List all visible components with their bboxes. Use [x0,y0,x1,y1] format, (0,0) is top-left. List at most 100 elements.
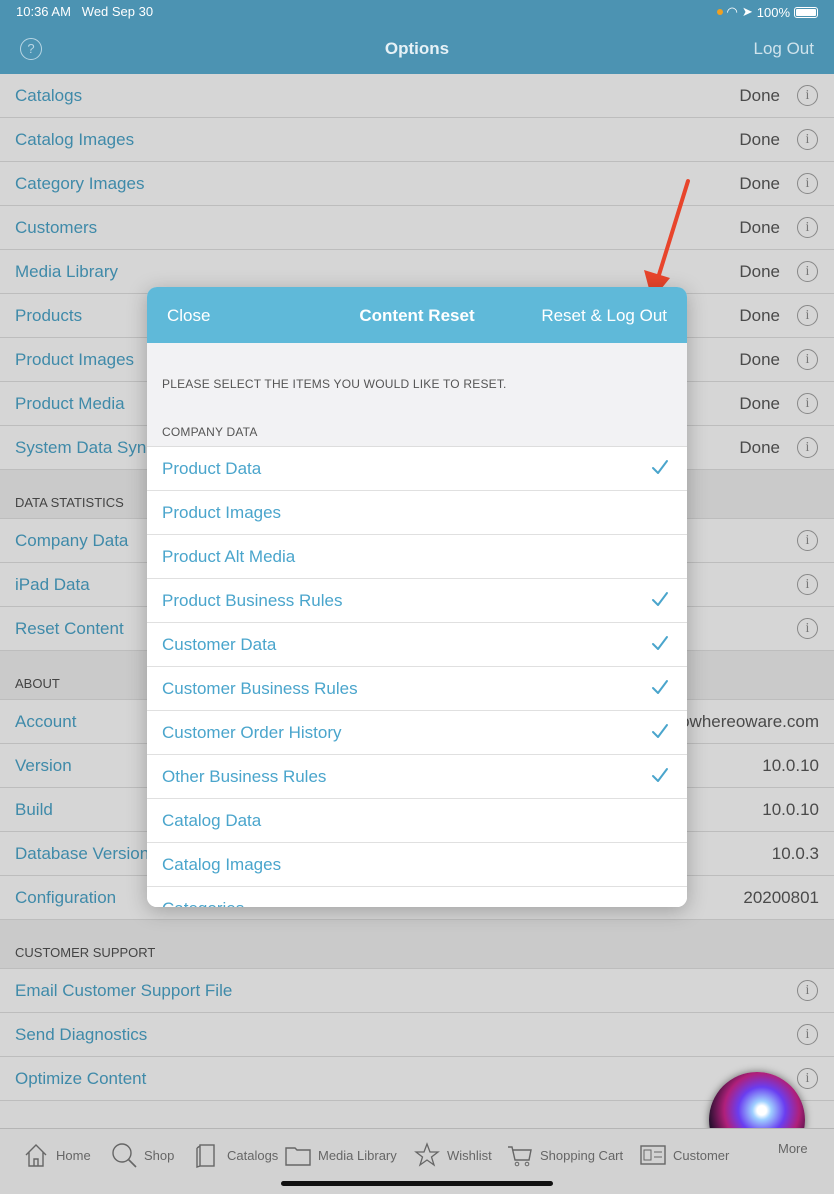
tab-more[interactable]: More [778,1141,808,1156]
content-reset-modal: Close Content Reset Reset & Log Out PLEA… [147,287,687,907]
wifi-icon: ◠ [726,4,738,19]
status-value: Done [739,130,780,149]
reset-item-product-alt-media[interactable]: Product Alt Media [147,535,687,579]
reset-item-catalog-images[interactable]: Catalog Images [147,843,687,887]
home-icon [22,1141,50,1169]
row-optimize-content[interactable]: Optimize Content i [0,1057,834,1101]
info-icon[interactable]: i [797,574,818,595]
status-bar: 10:36 AM Wed Sep 30 ◠ ➤ 100% [0,0,834,24]
row-catalog-images[interactable]: Catalog Images Done i [0,118,834,162]
row-value: 10.0.3 [771,844,819,863]
nav-bar: ? Options Log Out [0,24,834,74]
info-icon[interactable]: i [797,129,818,150]
row-label: Category Images [15,174,145,193]
row-label: Database Version [15,844,150,863]
battery-icon [794,6,818,18]
reset-item-categories[interactable]: Categories [147,887,687,907]
tab-shop[interactable]: Shop [110,1141,174,1169]
reset-item-customer-order-history[interactable]: Customer Order History [147,711,687,755]
reset-item-catalog-data[interactable]: Catalog Data [147,799,687,843]
customer-icon [639,1141,667,1169]
row-label: Reset Content [15,619,124,638]
reset-item-label: Catalog Data [162,811,262,830]
reset-item-label: Product Alt Media [162,547,296,566]
info-icon[interactable]: i [797,530,818,551]
row-label: Build [15,800,53,819]
row-label: Version [15,756,72,775]
reset-item-other-business-rules[interactable]: Other Business Rules [147,755,687,799]
tab-label: Catalogs [227,1147,279,1163]
reset-item-product-images[interactable]: Product Images [147,491,687,535]
tab-media-library[interactable]: Media Library [284,1141,397,1169]
info-icon[interactable]: i [797,1024,818,1045]
info-icon[interactable]: i [797,980,818,1001]
row-catalogs[interactable]: Catalogs Done i [0,74,834,118]
row-value: 10.0.10 [762,800,819,819]
red-arrow-annotation [644,179,690,300]
row-value: 10.0.10 [762,756,819,775]
reset-item-label: Product Business Rules [162,591,343,610]
location-icon: ➤ [741,4,753,19]
modal-header: Close Content Reset Reset & Log Out [147,287,687,343]
tab-catalogs[interactable]: Catalogs [193,1141,278,1169]
row-category-images[interactable]: Category Images Done i [0,162,834,206]
row-label: Customers [15,218,98,237]
reset-item-label: Categories [162,899,244,907]
wishlist-icon [413,1141,441,1169]
info-icon[interactable]: i [797,261,818,282]
row-label: iPad Data [15,575,90,594]
tab-label: Wishlist [447,1147,492,1163]
reset-item-product-business-rules[interactable]: Product Business Rules [147,579,687,623]
section-header-company-data: COMPANY DATA [162,425,258,439]
row-label: Configuration [15,888,117,907]
info-icon[interactable]: i [797,393,818,414]
tab-customer[interactable]: Customer [639,1141,729,1169]
tab-wishlist[interactable]: Wishlist [413,1141,492,1169]
info-icon[interactable]: i [797,1068,818,1089]
tab-label: More [778,1141,808,1156]
status-value: Done [739,262,780,281]
status-value: Done [739,218,780,237]
reset-item-customer-business-rules[interactable]: Customer Business Rules [147,667,687,711]
log-out-button[interactable]: Log Out [754,39,815,59]
tab-label: Home [56,1147,91,1163]
tab-home[interactable]: Home [22,1141,91,1169]
row-label: System Data Sync [15,438,155,457]
info-icon[interactable]: i [797,217,818,238]
checkmark-icon [652,768,668,782]
battery-percent: 100% [756,4,790,20]
info-icon[interactable]: i [797,85,818,106]
status-value: Done [739,394,780,413]
tab-label: Customer [673,1147,730,1163]
info-icon[interactable]: i [797,173,818,194]
reset-and-log-out-button[interactable]: Reset & Log Out [541,306,667,326]
row-send-diagnostics[interactable]: Send Diagnostics i [0,1013,834,1057]
info-icon[interactable]: i [797,305,818,326]
home-indicator[interactable] [281,1181,553,1186]
row-email-customer-support-file[interactable]: Email Customer Support File i [0,969,834,1013]
status-value: Done [739,350,780,369]
info-icon[interactable]: i [797,437,818,458]
reset-item-product-data[interactable]: Product Data [147,447,687,491]
media-library-icon [284,1141,312,1169]
status-value: Done [739,306,780,325]
row-value: owhereoware.com [680,712,819,731]
info-icon[interactable]: i [797,618,818,639]
shop-icon [110,1141,138,1169]
checkmark-icon [652,460,668,474]
status-value: Done [739,86,780,105]
tab-shopping-cart[interactable]: Shopping Cart [506,1141,623,1169]
reset-item-customer-data[interactable]: Customer Data [147,623,687,667]
recording-dot-icon [716,9,723,15]
row-label: Product Media [15,394,125,413]
status-value: Done [739,438,780,457]
info-icon[interactable]: i [797,349,818,370]
reset-item-label: Product Data [162,459,262,478]
tab-label: Media Library [318,1147,397,1163]
reset-item-label: Customer Business Rules [162,679,358,698]
checkmark-icon [652,680,668,694]
row-label: Optimize Content [15,1069,147,1088]
reset-item-label: Customer Data [162,635,277,654]
row-customers[interactable]: Customers Done i [0,206,834,250]
reset-item-label: Customer Order History [162,723,342,742]
